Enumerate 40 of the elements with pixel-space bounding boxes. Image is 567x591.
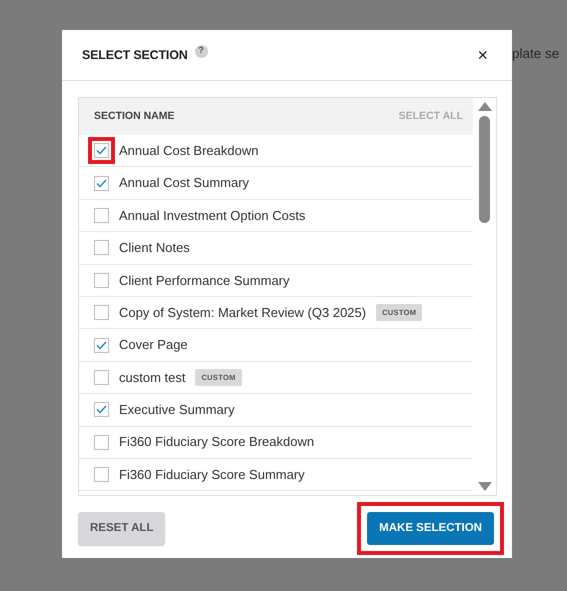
list-row[interactable]: Annual Investment Option Costs — [79, 200, 473, 232]
reset-button[interactable]: RESET ALL — [78, 512, 166, 546]
help-icon[interactable]: ? — [194, 44, 208, 58]
scroll-down-icon[interactable] — [478, 482, 492, 491]
make-selection-button[interactable]: MAKE SELECTION — [367, 512, 494, 546]
list-row[interactable]: Cover Page — [79, 329, 473, 362]
checkbox[interactable] — [94, 434, 109, 450]
checkbox[interactable] — [94, 240, 109, 256]
list-row[interactable]: Fi360 Fiduciary Score Breakdown — [79, 426, 473, 459]
list-row[interactable]: Client Performance Summary — [79, 264, 473, 297]
scroll-thumb[interactable] — [479, 116, 490, 223]
checkbox[interactable] — [94, 338, 109, 353]
checkbox[interactable] — [94, 467, 109, 482]
close-button[interactable]: × — [473, 46, 492, 64]
checkbox[interactable] — [94, 176, 109, 191]
section-label: Fi360 Fiduciary Score Summary — [119, 466, 305, 484]
checkbox[interactable] — [94, 370, 109, 385]
section-label: custom test — [119, 368, 186, 387]
section-label: Cover Page — [119, 336, 188, 354]
background-text: plate se — [512, 45, 560, 63]
checkbox[interactable] — [94, 208, 109, 223]
column-header: SECTION NAME — [94, 108, 175, 124]
section-label: Client Notes — [119, 239, 190, 258]
checkbox[interactable] — [94, 272, 109, 288]
section-label: Copy of System: Market Review (Q3 2025) — [119, 304, 366, 322]
section-label: Executive Summary — [119, 401, 235, 420]
list-row[interactable]: Client Notes — [79, 232, 473, 265]
list-row[interactable]: Annual Cost Summary — [79, 167, 473, 200]
dialog-title: SELECT SECTION — [82, 46, 188, 64]
checkbox[interactable] — [94, 402, 109, 418]
list-row[interactable]: Fi360 Fiduciary Score Summary — [79, 458, 473, 492]
section-label: Client Performance Summary — [119, 272, 290, 290]
section-label: Annual Investment Option Costs — [119, 206, 306, 225]
section-label: Annual Cost Breakdown — [119, 142, 258, 160]
checkbox[interactable] — [94, 143, 109, 158]
section-label: Annual Cost Summary — [119, 174, 250, 192]
scroll-up-icon[interactable] — [478, 102, 492, 111]
section-label: Fi360 Fiduciary Score Breakdown — [119, 433, 314, 452]
list-row[interactable]: Executive Summary — [79, 394, 473, 427]
checkbox[interactable] — [94, 305, 109, 320]
